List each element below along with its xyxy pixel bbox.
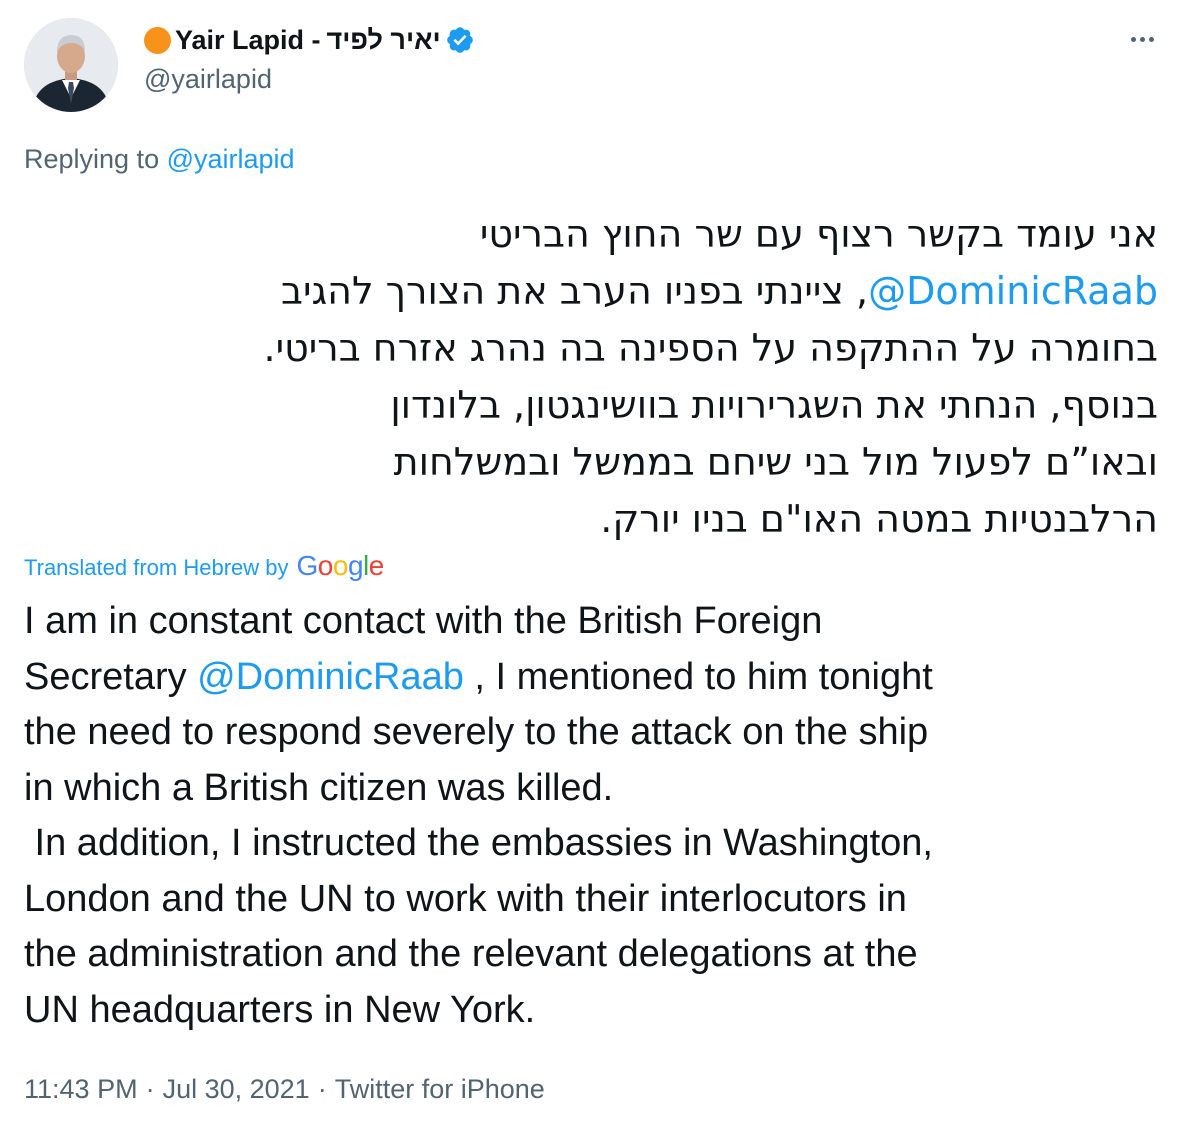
status-dot-icon	[144, 26, 171, 54]
tweet-translated-text: I am in constant contact with the Britis…	[24, 594, 1174, 1038]
english-line-2: Secretary @DominicRaab , I mentioned to …	[24, 650, 1174, 706]
hebrew-line-2: @DominicRaab, ציינתי בפניו הערב את הצורך…	[20, 263, 1158, 320]
english-line-7: the administration and the relevant dele…	[24, 933, 918, 975]
english-line-2-post: , I mentioned to him tonight	[463, 655, 933, 698]
english-line-6: London and the UN to work with their int…	[24, 877, 907, 920]
more-dot	[1130, 36, 1136, 42]
author-avatar[interactable]	[24, 18, 118, 112]
translated-label: Translated from Hebrew by	[24, 555, 289, 580]
replying-handle-link[interactable]: @yairlapid	[167, 144, 295, 174]
hebrew-line-6: הרלבנטיות במטה האו"ם בניו יורק.	[600, 497, 1158, 541]
mention-link[interactable]: @DominicRaab	[868, 269, 1158, 313]
tweet-original-text: אני עומד בקשר רצוף עם שר החוץ הבריטי @Do…	[20, 206, 1158, 548]
author-handle[interactable]: @yairlapid	[144, 64, 475, 95]
separator: ·	[317, 1074, 327, 1104]
english-line-4: in which a British citizen was killed.	[24, 766, 614, 809]
more-options-icon[interactable]	[1122, 24, 1162, 54]
translated-by-link[interactable]: Translated from Hebrew by Google	[24, 550, 384, 582]
hebrew-line-4: בנוסף, הנחתי את השגרירויות בוושינגטון, ב…	[390, 383, 1158, 427]
english-line-8: UN headquarters in New York.	[24, 988, 536, 1031]
tweet: Yair Lapid - יאיר לפיד @yairlapid Replyi…	[0, 0, 1188, 1136]
tweet-source-link[interactable]: Twitter for iPhone	[335, 1074, 545, 1104]
hebrew-line-5: ובאו”ם לפעול מול בני שיחם בממשל ובמשלחות	[393, 440, 1158, 484]
tweet-date-link[interactable]: Jul 30, 2021	[163, 1074, 310, 1104]
replying-to: Replying to @yairlapid	[24, 144, 295, 175]
replying-prefix: Replying to	[24, 144, 167, 174]
author-name-row: Yair Lapid - יאיר לפיד	[144, 22, 475, 58]
author-display-name[interactable]: Yair Lapid -	[175, 25, 321, 56]
author-hebrew-name[interactable]: יאיר לפיד	[327, 25, 441, 56]
google-logo: Google	[296, 550, 385, 581]
hebrew-line-1: אני עומד בקשר רצוף עם שר החוץ הבריטי	[479, 212, 1158, 256]
more-dot	[1139, 36, 1145, 42]
mention-link[interactable]: @DominicRaab	[197, 656, 464, 698]
hebrew-line-2-text: , ציינתי בפניו הערב את הצורך להגיב	[281, 269, 869, 313]
separator: ·	[145, 1074, 155, 1104]
person-avatar-icon	[24, 18, 118, 112]
hebrew-line-3: בחומרה על ההתקפה על הספינה בה נהרג אזרח …	[263, 326, 1158, 370]
english-line-1: I am in constant contact with the Britis…	[24, 600, 823, 642]
english-line-5: In addition, I instructed the embassies …	[24, 822, 933, 864]
tweet-metadata: 11:43 PM · Jul 30, 2021 · Twitter for iPhone	[24, 1074, 545, 1105]
verified-badge-icon	[446, 27, 473, 53]
english-line-2-pre: Secretary	[24, 655, 198, 698]
tweet-time-link[interactable]: 11:43 PM	[24, 1074, 138, 1104]
english-line-3: the need to respond severely to the atta…	[24, 711, 929, 753]
more-dot	[1148, 36, 1154, 42]
author-header: Yair Lapid - יאיר לפיד @yairlapid	[144, 22, 475, 95]
